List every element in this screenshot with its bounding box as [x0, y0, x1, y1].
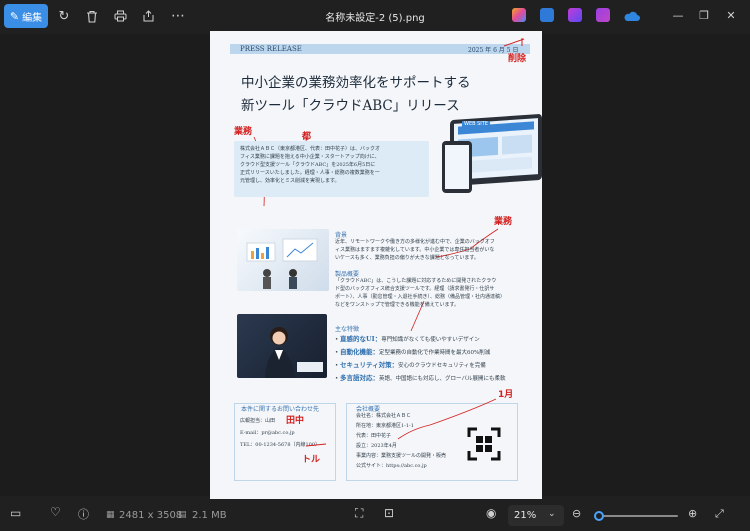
- zoom-slider[interactable]: [594, 511, 678, 521]
- chevron-down-icon: ⌄: [548, 509, 556, 519]
- contact-title: 本件に関するお問い合わせ先: [241, 406, 320, 413]
- zoom-dropdown[interactable]: 21% ⌄: [508, 505, 564, 526]
- fit-to-window-icon[interactable]: ⛶: [355, 506, 363, 521]
- screenshot-icon[interactable]: ◉: [486, 506, 496, 520]
- image-dimensions: 2481 x 3508: [119, 510, 183, 521]
- designer-app-icon[interactable]: [568, 8, 582, 22]
- close-button[interactable]: ✕: [722, 7, 740, 25]
- fullscreen-icon[interactable]: ⤢: [715, 507, 724, 521]
- zoom-in-icon[interactable]: ⊕: [688, 507, 697, 520]
- background-line: いケースも多く、業務負担の偏りが大きな課題となっています。: [335, 255, 479, 261]
- strike-mark: [305, 443, 327, 447]
- minimize-button[interactable]: —: [669, 7, 687, 25]
- document-image: PRESS RELEASE 2025 年 6 月 5 日 削除 中小企業の業務効…: [210, 31, 542, 499]
- strike-mark: [503, 38, 525, 47]
- status-bar: ▭ ♡ ⓘ ▦ 2481 x 3508 ▤ 2.1 MB ⛶ ⊡ ◉ 21% ⌄…: [0, 500, 750, 531]
- headline-line-1: 中小企業の業務効率化をサポートする: [241, 75, 471, 91]
- image-dimensions-icon: ▦: [106, 510, 115, 520]
- top-toolbar: ✎ 編集 ↻ ⋯ 名称未設定-2 (5).png — ❐ ✕: [0, 0, 750, 34]
- press-release-label: PRESS RELEASE: [240, 45, 302, 53]
- clipchamp-app-icon[interactable]: [596, 8, 610, 22]
- company-line: 公式サイト：https://abc.co.jp: [356, 463, 427, 469]
- contact-line: 広報担当：山田: [240, 418, 276, 424]
- file-size: 2.1 MB: [192, 510, 227, 521]
- annotation-delete: 削除: [508, 54, 527, 64]
- file-size-icon: ▤: [178, 510, 187, 520]
- feature-item: • セキュリティ対策：安心のクラウドセキュリティを完備: [335, 361, 486, 369]
- overview-line: などをワンストップで管理できる機能を備えています。: [335, 302, 460, 308]
- company-line: 代表：田中花子: [356, 433, 392, 439]
- info-icon[interactable]: ⓘ: [78, 506, 89, 522]
- feature-item: • 多言語対応：英語、中国語にも対応し、グローバル展開にも柔軟: [335, 374, 506, 382]
- office-photo: [237, 229, 329, 291]
- filmstrip-icon[interactable]: ▭: [10, 506, 21, 520]
- annotation-tanaka: 田中: [286, 416, 305, 426]
- zoom-out-icon[interactable]: ⊖: [572, 507, 581, 520]
- zoom-slider-thumb[interactable]: [594, 511, 604, 521]
- businesswoman-photo: [237, 314, 327, 378]
- headline-line-2: 新ツール「クラウドABC」リリース: [241, 98, 460, 114]
- maximize-button[interactable]: ❐: [695, 7, 713, 25]
- company-line: 事業内容：業務支援ツールの開発・販売: [356, 453, 447, 459]
- copilot-app-icon[interactable]: [512, 8, 526, 22]
- lead-line: 元管理し、効率化とミス削減を実現します。: [240, 178, 340, 184]
- annotation-gyomu-1: 業務: [234, 127, 253, 137]
- zoom-value: 21%: [514, 510, 537, 521]
- annotation-toru: トル: [302, 455, 321, 465]
- features-title: 主な特徴: [335, 326, 360, 333]
- feature-item: • 自動化機能：定型業務の自動化で作業時間を最大60%削減: [335, 348, 491, 356]
- onedrive-icon[interactable]: [624, 8, 640, 22]
- website-label: WEB SITE: [462, 121, 490, 127]
- favorite-icon[interactable]: ♡: [50, 505, 61, 519]
- photo-editor-app-icon[interactable]: [540, 8, 554, 22]
- feature-item: • 直感的なUI：専門知識がなくても使いやすいデザイン: [335, 335, 480, 343]
- qr-code-icon: [467, 427, 501, 461]
- actual-size-icon[interactable]: ⊡: [384, 506, 394, 520]
- contact-line: E-mail：pr@abc.co.jp: [240, 430, 295, 436]
- devices-illustration: WEB SITE: [442, 113, 542, 201]
